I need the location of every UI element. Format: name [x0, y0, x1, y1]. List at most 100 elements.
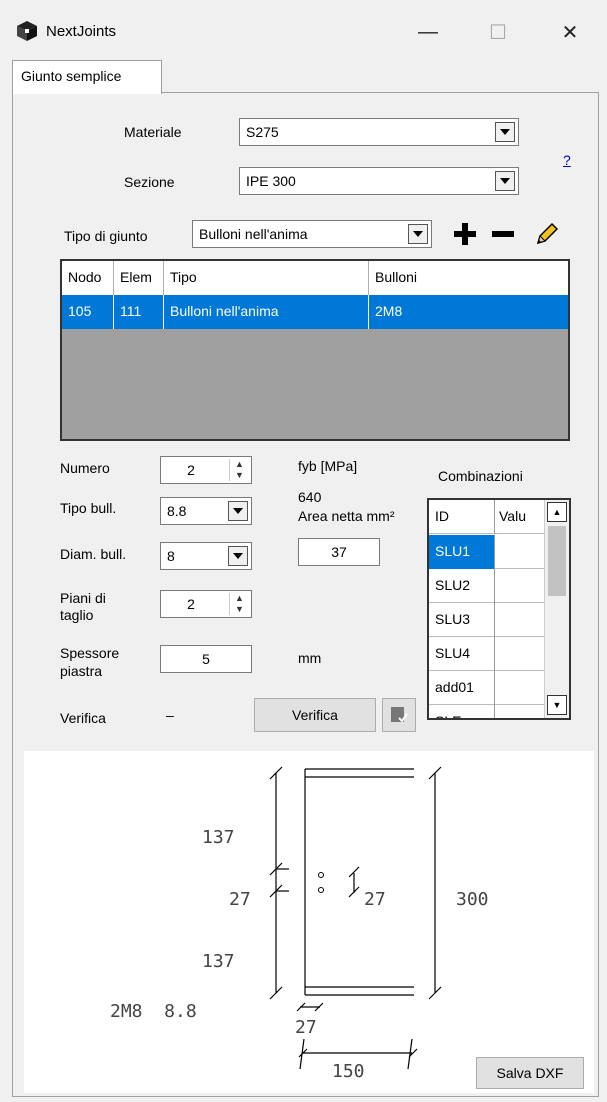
maximize-button[interactable]: ☐: [468, 12, 528, 52]
numero-stepper[interactable]: 2 ▲ ▼: [160, 456, 252, 484]
diam-bull-value: 8: [167, 548, 175, 564]
chevron-down-icon[interactable]: [228, 501, 248, 521]
dim-bottom-label: 137: [202, 951, 235, 972]
list-item-id: SLU1: [429, 535, 495, 569]
checklist-button[interactable]: [382, 698, 416, 732]
materiale-select[interactable]: S275: [239, 118, 519, 146]
pencil-icon: [536, 222, 559, 245]
combinazioni-label: Combinazioni: [438, 468, 523, 484]
scroll-down-icon[interactable]: ▼: [547, 695, 567, 715]
help-link[interactable]: ?: [563, 152, 571, 168]
dim-width-label: 150: [332, 1061, 365, 1082]
joint-drawing: 137 27 27 137 300 2M8 8.8 27 150 Salva D…: [24, 751, 594, 1093]
tipo-bull-label: Tipo bull.: [60, 500, 117, 516]
list-header-valu[interactable]: Valu: [495, 500, 544, 534]
spessore-label: Spessore: [60, 645, 120, 661]
spessore-label-2: piastra: [60, 663, 103, 679]
tipo-bull-select[interactable]: 8.8: [160, 497, 252, 525]
verifica-label: Verifica: [60, 710, 106, 726]
verifica-button[interactable]: Verifica: [254, 698, 376, 732]
list-item-value: [495, 569, 544, 603]
scroll-up-icon[interactable]: ▲: [547, 502, 567, 522]
grid-header-bulloni[interactable]: Bulloni: [369, 261, 568, 295]
dim-mid-right-label: 27: [364, 889, 386, 910]
mm-label: mm: [298, 650, 322, 666]
grid-header-tipo[interactable]: Tipo: [164, 261, 369, 295]
grid-header-elem[interactable]: Elem: [114, 261, 164, 295]
verifica-result: –: [166, 707, 174, 723]
chevron-down-icon[interactable]: [495, 122, 515, 142]
dim-mid-label: 27: [229, 889, 251, 910]
list-item-id: SLU4: [429, 637, 495, 671]
sezione-select[interactable]: IPE 300: [239, 167, 519, 195]
list-item-value: [495, 603, 544, 637]
list-item-value: [495, 705, 544, 718]
tipo-giunto-select[interactable]: Bulloni nell'anima: [192, 220, 432, 248]
spinner-arrows-icon[interactable]: ▲ ▼: [229, 593, 249, 615]
tipo-giunto-value: Bulloni nell'anima: [199, 226, 308, 242]
list-item-id: add01: [429, 671, 495, 705]
piani-label-2: taglio: [60, 607, 94, 623]
cell-elem: 111: [114, 295, 164, 329]
piani-stepper[interactable]: 2 ▲ ▼: [160, 590, 252, 618]
list-item-value: [495, 671, 544, 705]
edit-joint-button[interactable]: [532, 219, 562, 249]
dim-web-label: 27: [295, 1017, 317, 1038]
grid-header: Nodo Elem Tipo Bulloni: [62, 261, 568, 295]
spinner-arrows-icon[interactable]: ▲ ▼: [229, 459, 249, 481]
list-item[interactable]: SLU4: [429, 637, 544, 671]
list-item-id: SLU2: [429, 569, 495, 603]
cell-bulloni: 2M8: [375, 303, 403, 319]
materiale-label: Materiale: [124, 124, 182, 140]
cell-nodo: 105: [62, 295, 114, 329]
tab-giunto-semplice[interactable]: Giunto semplice: [12, 60, 162, 94]
list-item[interactable]: SLU2: [429, 569, 544, 603]
minimize-button[interactable]: —: [398, 12, 458, 52]
spessore-field[interactable]: 5: [160, 645, 252, 673]
cell-tipo: Bulloni nell'anima: [164, 295, 369, 329]
remove-joint-button[interactable]: [488, 219, 518, 249]
tipo-bull-value: 8.8: [167, 503, 187, 519]
list-header-id[interactable]: ID: [429, 500, 495, 534]
chevron-down-icon[interactable]: [228, 546, 248, 566]
scroll-thumb[interactable]: [548, 526, 566, 596]
combinazioni-list[interactable]: ID Valu SLU1 SLU2 SLU3 SLU4 add01 SLE ▲ …: [427, 498, 571, 720]
list-item-value: [495, 637, 544, 671]
list-item[interactable]: add01: [429, 671, 544, 705]
joint-drawing-svg: [269, 766, 442, 1070]
window-title: NextJoints: [46, 23, 117, 40]
sezione-value: IPE 300: [246, 173, 296, 189]
list-item-value: [495, 535, 544, 569]
chevron-down-icon[interactable]: [495, 171, 515, 191]
numero-label: Numero: [60, 460, 110, 476]
chevron-down-icon[interactable]: [408, 224, 428, 244]
fyb-value: 640: [298, 489, 322, 505]
dim-height-label: 300: [456, 889, 489, 910]
diam-bull-label: Diam. bull.: [60, 546, 127, 562]
table-row[interactable]: 105 111 Bulloni nell'anima 2M8: [62, 295, 568, 329]
checklist-icon: [391, 707, 408, 723]
minus-icon: [492, 231, 514, 237]
piani-value: 2: [187, 596, 195, 612]
materiale-value: S275: [246, 124, 279, 140]
list-item-id: SLE: [429, 705, 495, 718]
list-item[interactable]: SLU1: [429, 535, 544, 569]
joints-grid[interactable]: Nodo Elem Tipo Bulloni 105 111 Bulloni n…: [60, 259, 570, 441]
diam-bull-select[interactable]: 8: [160, 542, 252, 570]
bolt-spec-label: 2M8 8.8: [110, 1001, 197, 1022]
salva-dxf-button[interactable]: Salva DXF: [476, 1057, 584, 1089]
list-scrollbar[interactable]: ▲ ▼: [544, 500, 569, 718]
list-item-id: SLU3: [429, 603, 495, 637]
grid-header-nodo[interactable]: Nodo: [62, 261, 114, 295]
list-item[interactable]: SLE: [429, 705, 544, 718]
close-button[interactable]: ✕: [540, 12, 600, 52]
sezione-label: Sezione: [124, 174, 175, 190]
area-field[interactable]: 37: [298, 538, 380, 566]
dim-top-label: 137: [202, 827, 235, 848]
tipo-giunto-label: Tipo di giunto: [64, 228, 148, 244]
list-item[interactable]: SLU3: [429, 603, 544, 637]
app-logo-icon: [16, 20, 38, 42]
add-joint-button[interactable]: [450, 219, 480, 249]
list-header: ID Valu: [429, 500, 544, 534]
plus-icon: [454, 223, 476, 245]
